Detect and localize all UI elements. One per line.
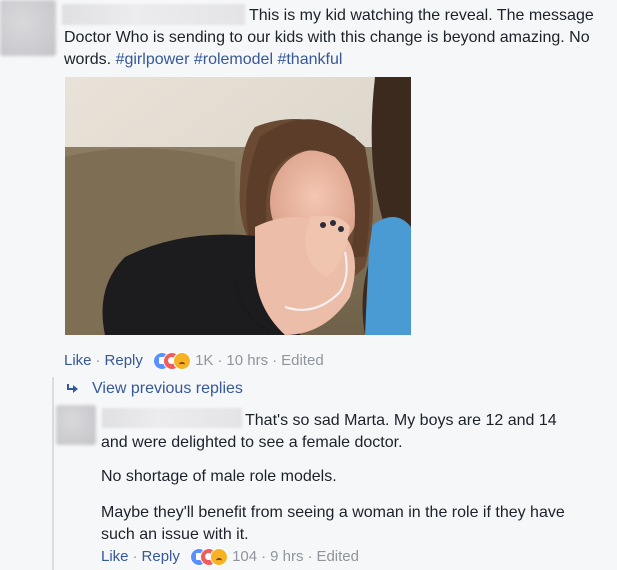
separator-dot: · — [217, 352, 223, 369]
reply-paragraph-2: No shortage of male role models. — [101, 468, 337, 485]
reply-reply-link[interactable]: Reply — [142, 548, 180, 565]
separator-dot: · — [132, 548, 138, 565]
view-previous-replies[interactable]: View previous replies — [66, 379, 243, 399]
reply-reactions-summary[interactable] — [190, 548, 229, 567]
reply-author-name[interactable] — [102, 408, 242, 428]
hashtag-rolemodel[interactable]: #rolemodel — [194, 51, 273, 68]
view-previous-replies-label[interactable]: View previous replies — [92, 380, 243, 398]
reply-edited-label[interactable]: Edited — [316, 548, 359, 565]
reply-reaction-count[interactable]: 104 — [232, 548, 257, 565]
edited-label[interactable]: Edited — [281, 352, 324, 369]
reply-paragraph-3-line1: Maybe they'll benefit from seeing a woma… — [101, 504, 565, 521]
reply-arrow-icon — [67, 384, 78, 393]
reply-thread-line — [52, 377, 54, 570]
hashtag-girlpower[interactable]: #girlpower — [116, 51, 190, 68]
reaction-count[interactable]: 1K — [195, 352, 213, 369]
comment-actions: Like · Reply 1K · 10 hrs · Edited — [64, 351, 324, 371]
separator-dot: · — [307, 548, 313, 565]
reply-time[interactable]: 9 hrs — [270, 548, 303, 565]
reply-paragraph-3-line2: such an issue with it. — [101, 526, 249, 543]
reply-avatar[interactable] — [56, 405, 96, 445]
comment-photo[interactable] — [65, 77, 411, 335]
commenter-avatar[interactable] — [0, 0, 56, 56]
sad-reaction-icon — [173, 352, 192, 371]
reactions-summary[interactable] — [153, 352, 192, 371]
separator-dot: · — [95, 352, 101, 369]
comment-text-line3: words. #girlpower #rolemodel #thankful — [64, 49, 342, 71]
comment-time[interactable]: 10 hrs — [226, 352, 268, 369]
separator-dot: · — [272, 352, 278, 369]
reply-link[interactable]: Reply — [105, 352, 143, 369]
comment-text-line1: This is my kid watching the reveal. The … — [249, 7, 594, 24]
sad-reaction-icon — [210, 548, 229, 567]
reply-text-line2: and were delighted to see a female docto… — [101, 434, 403, 451]
reply-actions: Like · Reply 104 · 9 hrs · Edited — [101, 547, 359, 567]
photo-illustration — [65, 77, 411, 335]
like-link[interactable]: Like — [64, 352, 92, 369]
separator-dot: · — [261, 548, 267, 565]
commenter-name[interactable] — [62, 4, 245, 25]
comment-text-words: words. — [64, 51, 116, 68]
reply-like-link[interactable]: Like — [101, 548, 129, 565]
comment-text-line2: Doctor Who is sending to our kids with t… — [64, 29, 590, 46]
hashtag-thankful[interactable]: #thankful — [277, 51, 342, 68]
reply-text-line1: That's so sad Marta. My boys are 12 and … — [245, 412, 557, 429]
comment-text: This is my kid watching the reveal. The … — [249, 5, 609, 27]
